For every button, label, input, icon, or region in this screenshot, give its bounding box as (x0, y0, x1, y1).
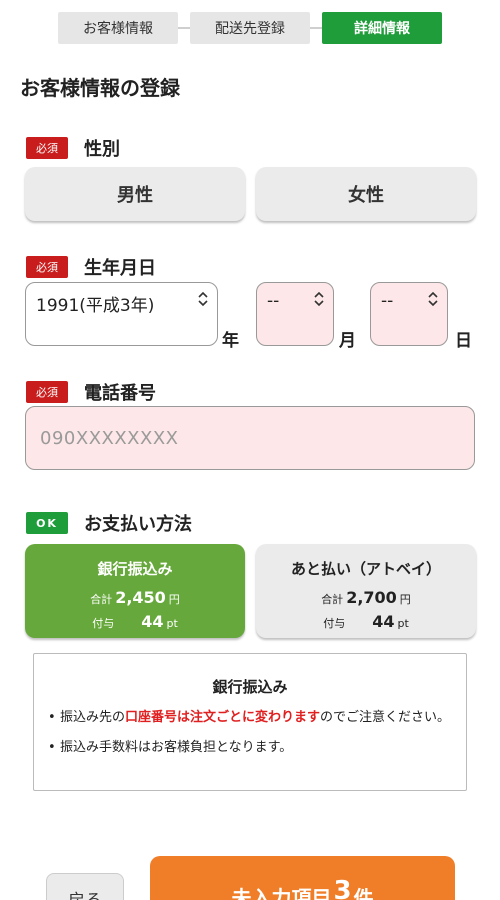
day-unit: 日 (455, 331, 472, 351)
points-label: 付与 (323, 617, 346, 630)
gender-label: 性別 (84, 139, 120, 160)
phone-label-row: 必須 電話番号 (26, 379, 156, 405)
phone-placeholder: 090XXXXXXXX (40, 427, 179, 449)
required-badge: 必須 (26, 137, 68, 159)
points-label: 付与 (92, 617, 115, 630)
select-chevron-icon (198, 291, 208, 307)
total-amount: 2,450 (115, 588, 166, 607)
gender-female-button[interactable]: 女性 (256, 167, 476, 221)
step-details-current: 詳細情報 (322, 12, 442, 44)
yen-unit: 円 (168, 593, 180, 606)
birth-day-value: -- (381, 291, 394, 311)
select-chevron-icon (314, 291, 324, 307)
pt-unit: pt (166, 617, 178, 630)
info-notes-list: 振込み先の口座番号は注文ごとに変わりますのでご注意ください。 振込み手数料はお客… (48, 708, 458, 768)
required-badge: 必須 (26, 256, 68, 278)
birth-year-select[interactable]: 1991(平成3年) (25, 282, 218, 346)
payment-option-atobarai[interactable]: あと払い（アトベイ） 合計 2,700 円 付与 44 pt (256, 544, 476, 638)
payment-points-row: 付与 44 pt (25, 612, 245, 631)
info-note: 振込み先の口座番号は注文ごとに変わりますのでご注意ください。 (48, 708, 458, 728)
total-amount: 2,700 (346, 588, 397, 607)
submit-button[interactable]: 未入力項目 3 件 (150, 856, 455, 900)
submit-unit: 件 (353, 886, 374, 900)
info-note: 振込み手数料はお客様負担となります。 (48, 738, 458, 758)
total-label: 合計 (90, 593, 113, 606)
select-chevron-icon (428, 291, 438, 307)
bank-transfer-info-box: 銀行振込み 振込み先の口座番号は注文ごとに変わりますのでご注意ください。 振込み… (33, 653, 467, 791)
payment-option-name: あと払い（アトベイ） (290, 560, 441, 578)
step-progress-bar: お客様情報 配送先登録 詳細情報 (0, 12, 500, 44)
step-customer-info: お客様情報 (58, 12, 178, 44)
birth-month-select[interactable]: -- (256, 282, 334, 346)
birth-year-value: 1991(平成3年) (36, 296, 155, 316)
step-shipping-registration: 配送先登録 (190, 12, 310, 44)
page-title: お客様情報の登録 (20, 76, 180, 100)
birthday-label: 生年月日 (84, 258, 156, 279)
total-label: 合計 (321, 593, 344, 606)
payment-label: お支払い方法 (84, 514, 192, 535)
phone-label: 電話番号 (84, 383, 156, 404)
back-button[interactable]: 戻る (46, 873, 124, 900)
note-text: のでご注意ください。 (320, 710, 451, 725)
points-amount: 44 (372, 612, 395, 631)
birth-day-select[interactable]: -- (370, 282, 448, 346)
year-unit: 年 (222, 331, 239, 351)
gender-label-row: 必須 性別 (26, 135, 120, 161)
phone-input[interactable]: 090XXXXXXXX (25, 406, 475, 470)
missing-count: 3 (333, 876, 352, 900)
note-emphasis: 口座番号は注文ごとに変わります (125, 710, 321, 725)
payment-option-name: 銀行振込み (97, 560, 173, 578)
ok-badge: OK (26, 512, 68, 534)
info-box-title: 銀行振込み (212, 678, 288, 696)
payment-option-bank-transfer[interactable]: 銀行振込み 合計 2,450 円 付与 44 pt (25, 544, 245, 638)
note-text: 振込み先の (60, 710, 126, 725)
payment-label-row: OK お支払い方法 (26, 510, 192, 536)
yen-unit: 円 (399, 593, 411, 606)
submit-label: 未入力項目 (231, 886, 332, 900)
payment-total-row: 合計 2,450 円 (25, 588, 245, 607)
pt-unit: pt (397, 617, 409, 630)
points-amount: 44 (141, 612, 164, 631)
payment-points-row: 付与 44 pt (256, 612, 476, 631)
required-badge: 必須 (26, 381, 68, 403)
month-unit: 月 (339, 331, 356, 351)
gender-male-button[interactable]: 男性 (25, 167, 245, 221)
payment-total-row: 合計 2,700 円 (256, 588, 476, 607)
birthday-label-row: 必須 生年月日 (26, 254, 156, 280)
birth-month-value: -- (267, 291, 280, 311)
